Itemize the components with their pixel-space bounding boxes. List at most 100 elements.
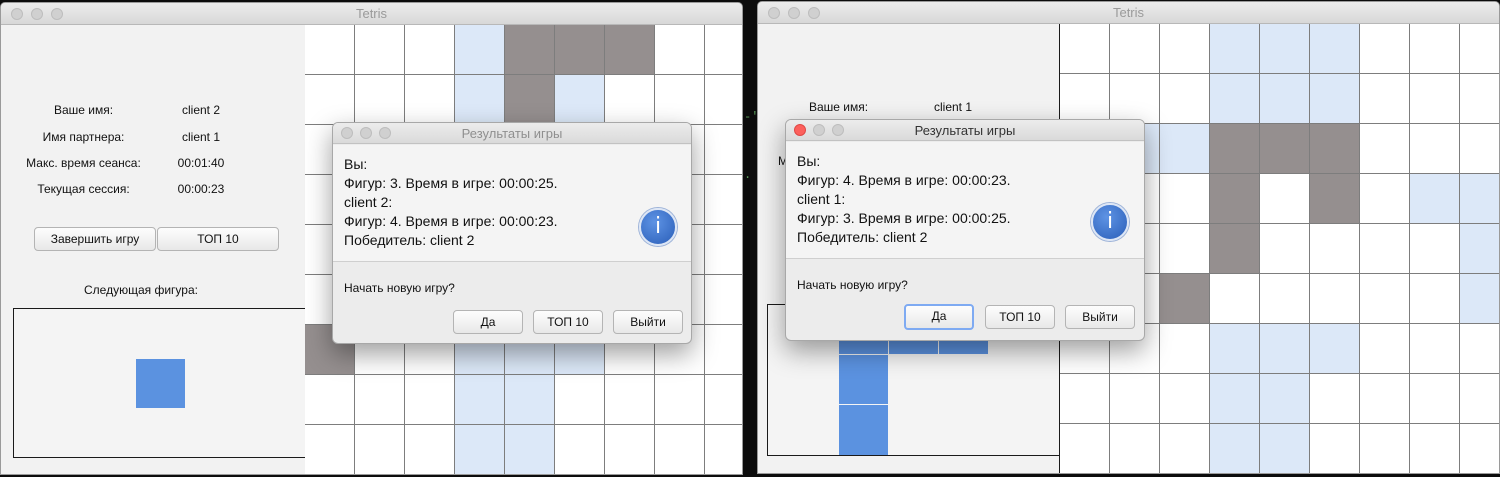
zoom-light-icon[interactable] [51,8,63,20]
board-cell [1210,274,1260,324]
next-piece-block [136,359,185,408]
tetris-window-client1: Tetris Ваше имя: client 1 М Результаты и… [757,1,1500,474]
max-time-label: Макс. время сеанса: [26,156,141,170]
board-cell-filled [605,25,655,75]
board-cell [705,125,742,175]
dialog-zoom-light-icon[interactable] [379,127,391,139]
board-cell [1360,124,1410,174]
max-time-value: 00:01:40 [177,156,225,170]
exit-button[interactable]: Выйти [613,310,683,334]
board-cell [355,375,405,425]
board-cell [1160,324,1210,374]
board-cell-highlight [1160,124,1210,174]
board-cell [305,75,355,125]
board-cell [1460,124,1499,174]
dialog-minimize-light-icon[interactable] [813,124,825,136]
close-light-icon[interactable] [11,8,23,20]
board-cell [1360,174,1410,224]
board-cell-filled [1310,174,1360,224]
board-cell [605,75,655,125]
board-cell-highlight [1260,74,1310,124]
board-cell [1110,374,1160,424]
dialog-titlebar[interactable]: Результаты игры [333,123,691,144]
board-cell [1360,424,1410,473]
dialog-top10-button[interactable]: ТОП 10 [533,310,603,334]
minimize-light-icon[interactable] [31,8,43,20]
top10-button[interactable]: ТОП 10 [157,227,279,251]
minimize-light-icon[interactable] [788,7,800,19]
dialog-top10-button[interactable]: ТОП 10 [985,305,1055,329]
end-game-button[interactable]: Завершить игру [34,227,156,251]
board-cell [355,25,405,75]
board-cell [355,75,405,125]
dialog-titlebar[interactable]: Результаты игры [786,120,1144,141]
result-line: Фигур: 4. Время в игре: 00:00:23. [344,213,558,229]
partner-name-label: Имя партнера: [42,130,125,144]
result-line: client 1: [797,191,846,207]
board-cell-highlight [1260,374,1310,424]
dialog-message-area: Вы: Фигур: 3. Время в игре: 00:00:25. cl… [333,145,691,262]
dialog-zoom-light-icon[interactable] [832,124,844,136]
board-cell-filled [1260,124,1310,174]
window-titlebar[interactable]: Tetris [1,3,742,25]
board-cell [655,425,705,474]
board-cell [1160,224,1210,274]
board-cell-filled [555,25,605,75]
board-cell [705,75,742,125]
board-cell [1360,24,1410,74]
board-cell-highlight [1410,174,1460,224]
board-cell [705,25,742,75]
results-message: Вы: Фигур: 3. Время в игре: 00:00:25. cl… [344,155,558,250]
your-name-label: Ваше имя: [808,100,869,114]
board-cell-highlight [505,375,555,425]
board-cell [1310,224,1360,274]
board-cell [1260,274,1310,324]
board-cell [1160,74,1210,124]
board-cell [1410,24,1460,74]
board-cell-highlight [1310,324,1360,374]
board-cell [1410,274,1460,324]
partner-name-value: client 1 [181,130,221,144]
board-cell [1410,324,1460,374]
dialog-close-light-icon[interactable] [794,124,806,136]
info-icon: i [1091,203,1129,241]
board-cell-highlight [455,75,505,125]
game-results-dialog: Результаты игры Вы: Фигур: 3. Время в иг… [332,122,692,344]
result-line: Фигур: 3. Время в игре: 00:00:25. [344,175,558,191]
board-cell [1160,24,1210,74]
board-cell-highlight [1210,24,1260,74]
info-icon: i [639,208,677,246]
board-cell-highlight [1460,174,1499,224]
board-cell [355,425,405,474]
board-cell [1410,74,1460,124]
board-cell-highlight [1460,274,1499,324]
new-game-question: Начать новую игру? [797,278,908,292]
board-cell [1260,174,1310,224]
current-session-label: Текущая сессия: [37,182,130,196]
board-cell-highlight [1310,24,1360,74]
zoom-light-icon[interactable] [808,7,820,19]
board-cell [305,25,355,75]
board-cell [1360,324,1410,374]
result-line: Победитель: client 2 [344,232,475,248]
board-cell [655,25,705,75]
board-cell-filled [505,75,555,125]
board-cell [605,375,655,425]
dialog-close-light-icon[interactable] [341,127,353,139]
yes-button[interactable]: Да [453,310,523,334]
next-piece-label: Следующая фигура: [84,283,198,297]
board-cell [705,175,742,225]
new-game-question: Начать новую игру? [344,281,455,295]
board-cell [405,375,455,425]
board-cell [1360,224,1410,274]
dialog-minimize-light-icon[interactable] [360,127,372,139]
board-cell [1410,374,1460,424]
close-light-icon[interactable] [768,7,780,19]
exit-button[interactable]: Выйти [1065,305,1135,329]
board-cell [1110,74,1160,124]
window-titlebar[interactable]: Tetris [758,2,1499,24]
board-cell [1060,374,1110,424]
yes-button[interactable]: Да [904,304,974,330]
your-name-value: client 1 [933,100,973,114]
board-cell-highlight [1210,374,1260,424]
